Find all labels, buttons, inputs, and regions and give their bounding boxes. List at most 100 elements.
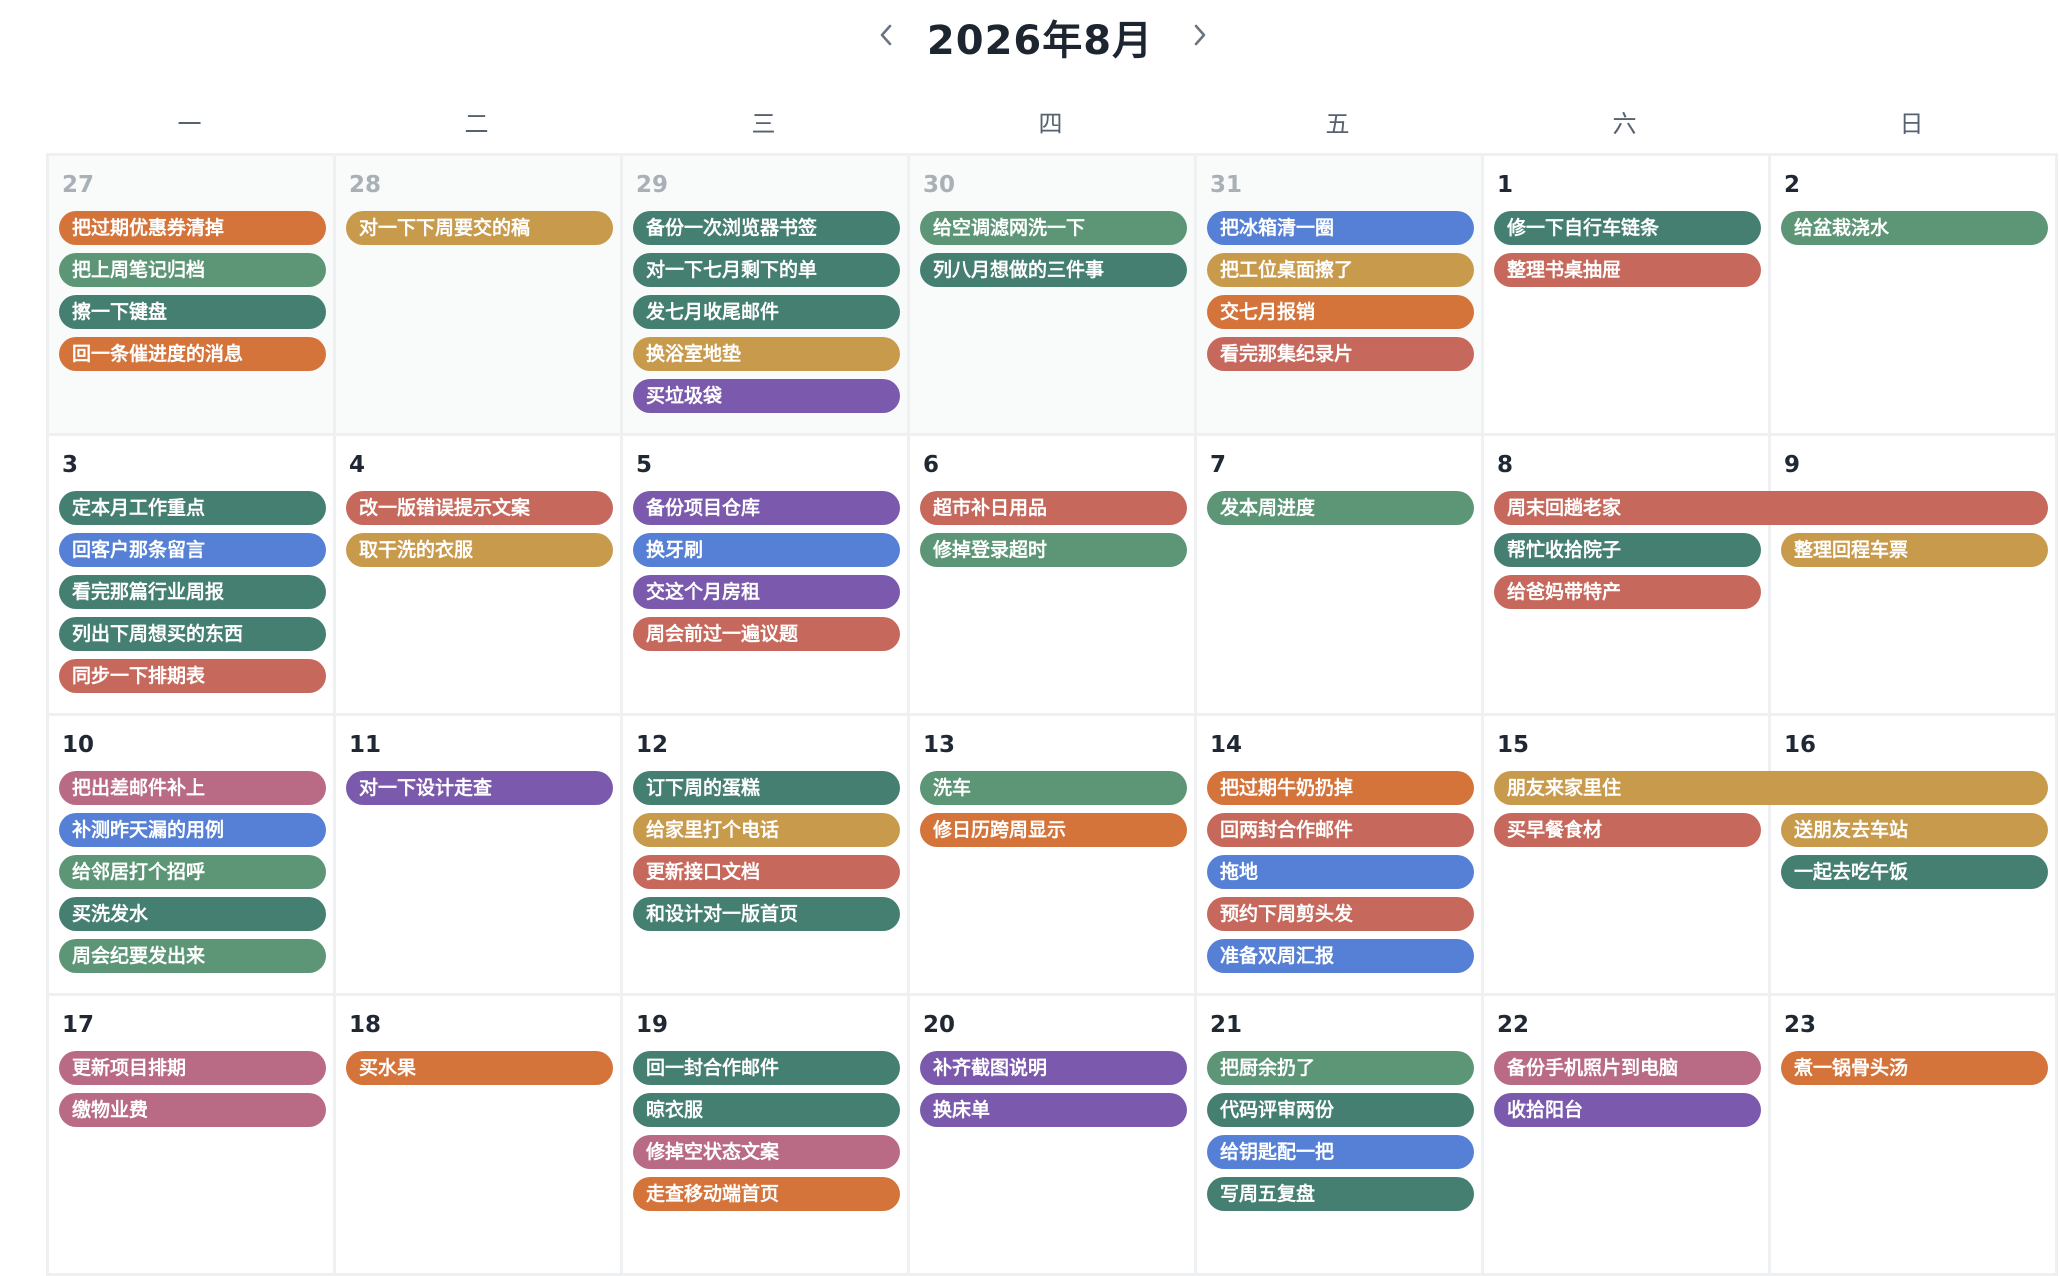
weekday-label: 三 xyxy=(751,110,776,138)
event-chip[interactable]: 把出差邮件补上 xyxy=(59,771,326,805)
event-chip[interactable]: 换浴室地垫 xyxy=(633,337,900,371)
event-chip[interactable]: 换床单 xyxy=(920,1093,1187,1127)
event-chip[interactable]: 拖地 xyxy=(1207,855,1474,889)
event-chip[interactable]: 定本月工作重点 xyxy=(59,491,326,525)
day-cell[interactable]: 23 xyxy=(1768,993,2058,1276)
day-cell[interactable]: 17 xyxy=(46,993,336,1276)
event-chip[interactable]: 把厨余扔了 xyxy=(1207,1051,1474,1085)
event-chip[interactable]: 晾衣服 xyxy=(633,1093,900,1127)
calendar-app: 2026年8月 一二三四五六日 27 28 29 30 31 1 2 把过期优惠券清掉 把上周笔… xyxy=(0,0,2060,1276)
day-cell[interactable]: 18 xyxy=(333,993,623,1276)
event-chip[interactable]: 回一条催进度的消息 xyxy=(59,337,326,371)
event-chip[interactable]: 备份手机照片到电脑 xyxy=(1494,1051,1761,1085)
event-chip[interactable]: 交七月报销 xyxy=(1207,295,1474,329)
event-chip[interactable]: 改一版错误提示文案 xyxy=(346,491,613,525)
event-chip[interactable]: 把过期优惠券清掉 xyxy=(59,211,326,245)
event-chip[interactable]: 对一下设计走查 xyxy=(346,771,613,805)
event-chip[interactable]: 整理书桌抽屉 xyxy=(1494,253,1761,287)
event-chip[interactable]: 回一封合作邮件 xyxy=(633,1051,900,1085)
event-chip[interactable]: 超市补日用品 xyxy=(920,491,1187,525)
month-title: 2026年8月 xyxy=(926,18,1154,64)
event-chip[interactable]: 发本周进度 xyxy=(1207,491,1474,525)
day-cell[interactable]: 2 xyxy=(1768,153,2058,436)
event-chip[interactable]: 回客户那条留言 xyxy=(59,533,326,567)
event-chip[interactable]: 补齐截图说明 xyxy=(920,1051,1187,1085)
event-chip[interactable]: 备份一次浏览器书签 xyxy=(633,211,900,245)
event-chip[interactable]: 更新接口文档 xyxy=(633,855,900,889)
event-chip[interactable]: 周会前过一遍议题 xyxy=(633,617,900,651)
event-chip[interactable]: 更新项目排期 xyxy=(59,1051,326,1085)
event-chip[interactable]: 买水果 xyxy=(346,1051,613,1085)
event-chip[interactable]: 发七月收尾邮件 xyxy=(633,295,900,329)
event-chip[interactable]: 擦一下键盘 xyxy=(59,295,326,329)
event-chip[interactable]: 给邻居打个招呼 xyxy=(59,855,326,889)
event-chip[interactable]: 把过期牛奶扔掉 xyxy=(1207,771,1474,805)
day-number: 4 xyxy=(349,452,366,478)
event-chip[interactable]: 周会纪要发出来 xyxy=(59,939,326,973)
event-chip[interactable]: 把上周笔记归档 xyxy=(59,253,326,287)
next-month-button[interactable] xyxy=(1178,10,1222,60)
event-chip[interactable]: 对一下下周要交的稿 xyxy=(346,211,613,245)
event-chip[interactable]: 回两封合作邮件 xyxy=(1207,813,1474,847)
day-cell[interactable]: 11 xyxy=(333,713,623,996)
weekday-label: 六 xyxy=(1612,110,1637,138)
event-chip[interactable]: 买早餐食材 xyxy=(1494,813,1761,847)
event-chip[interactable]: 备份项目仓库 xyxy=(633,491,900,525)
event-chip[interactable]: 取干洗的衣服 xyxy=(346,533,613,567)
event-chip[interactable]: 帮忙收拾院子 xyxy=(1494,533,1761,567)
event-chip[interactable]: 交这个月房租 xyxy=(633,575,900,609)
event-chip[interactable]: 买垃圾袋 xyxy=(633,379,900,413)
event-chip[interactable]: 修掉登录超时 xyxy=(920,533,1187,567)
day-number: 16 xyxy=(1784,732,1817,758)
day-cell[interactable]: 15 xyxy=(1481,713,1771,996)
day-number: 5 xyxy=(636,452,653,478)
day-cell[interactable]: 6 xyxy=(907,433,1197,716)
event-chip[interactable]: 洗车 xyxy=(920,771,1187,805)
event-chip[interactable]: 换牙刷 xyxy=(633,533,900,567)
day-cell[interactable]: 13 xyxy=(907,713,1197,996)
event-chip[interactable]: 给盆栽浇水 xyxy=(1781,211,2048,245)
event-chip[interactable]: 准备双周汇报 xyxy=(1207,939,1474,973)
day-cell[interactable]: 7 xyxy=(1194,433,1484,716)
day-cell[interactable]: 20 xyxy=(907,993,1197,1276)
event-chip[interactable]: 修掉空状态文案 xyxy=(633,1135,900,1169)
event-chip[interactable]: 补测昨天漏的用例 xyxy=(59,813,326,847)
event-chip[interactable]: 给家里打个电话 xyxy=(633,813,900,847)
day-cell[interactable]: 28 xyxy=(333,153,623,436)
event-chip[interactable]: 给爸妈带特产 xyxy=(1494,575,1761,609)
day-number: 28 xyxy=(349,172,382,198)
day-cell[interactable]: 22 xyxy=(1481,993,1771,1276)
event-chip[interactable]: 写周五复盘 xyxy=(1207,1177,1474,1211)
event-chip[interactable]: 煮一锅骨头汤 xyxy=(1781,1051,2048,1085)
event-chip[interactable]: 预约下周剪头发 xyxy=(1207,897,1474,931)
event-chip[interactable]: 列出下周想买的东西 xyxy=(59,617,326,651)
event-chip[interactable]: 把工位桌面擦了 xyxy=(1207,253,1474,287)
event-chip[interactable]: 一起去吃午饭 xyxy=(1781,855,2048,889)
event-chip[interactable]: 朋友来家里住 xyxy=(1494,771,2048,805)
weekday-label: 二 xyxy=(464,110,489,138)
event-chip[interactable]: 走查移动端首页 xyxy=(633,1177,900,1211)
event-chip[interactable]: 看完那篇行业周报 xyxy=(59,575,326,609)
event-chip[interactable]: 缴物业费 xyxy=(59,1093,326,1127)
event-chip[interactable]: 收拾阳台 xyxy=(1494,1093,1761,1127)
event-chip[interactable]: 把冰箱清一圈 xyxy=(1207,211,1474,245)
event-chip[interactable]: 对一下七月剩下的单 xyxy=(633,253,900,287)
event-chip[interactable]: 列八月想做的三件事 xyxy=(920,253,1187,287)
event-chip[interactable]: 给空调滤网洗一下 xyxy=(920,211,1187,245)
event-chip[interactable]: 订下周的蛋糕 xyxy=(633,771,900,805)
day-cell[interactable]: 4 xyxy=(333,433,623,716)
event-chip[interactable]: 同步一下排期表 xyxy=(59,659,326,693)
event-chip[interactable]: 周末回趟老家 xyxy=(1494,491,2048,525)
event-chip[interactable]: 修一下自行车链条 xyxy=(1494,211,1761,245)
event-chip[interactable]: 整理回程车票 xyxy=(1781,533,2048,567)
event-chip[interactable]: 买洗发水 xyxy=(59,897,326,931)
day-cell[interactable]: 30 xyxy=(907,153,1197,436)
event-chip[interactable]: 送朋友去车站 xyxy=(1781,813,2048,847)
event-chip[interactable]: 看完那集纪录片 xyxy=(1207,337,1474,371)
event-chip[interactable]: 修日历跨周显示 xyxy=(920,813,1187,847)
event-chip[interactable]: 和设计对一版首页 xyxy=(633,897,900,931)
event-chip[interactable]: 代码评审两份 xyxy=(1207,1093,1474,1127)
day-cell[interactable]: 9 xyxy=(1768,433,2058,716)
day-cell[interactable]: 1 xyxy=(1481,153,1771,436)
event-chip[interactable]: 给钥匙配一把 xyxy=(1207,1135,1474,1169)
